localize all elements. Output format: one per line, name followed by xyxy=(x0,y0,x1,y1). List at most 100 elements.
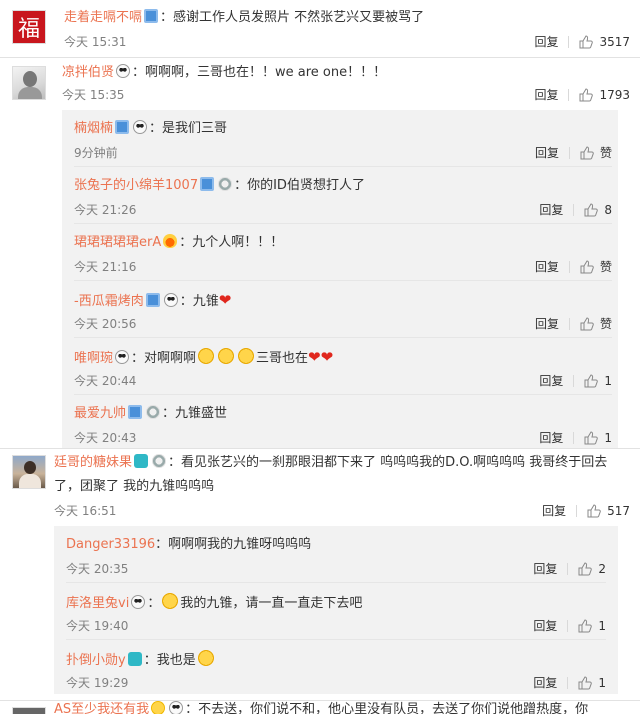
reply-text: ：是我们三哥 xyxy=(149,121,228,136)
camera-badge-icon xyxy=(134,454,149,468)
divider xyxy=(567,563,569,575)
username-link[interactable]: 扑倒小勋y xyxy=(66,653,126,668)
like-button[interactable]: 1 xyxy=(584,430,612,446)
reply-button[interactable]: 回复 xyxy=(539,373,563,389)
sub-replies: Danger33196：啊啊啊我的九锥呀呜呜呜 今天 20:35 回复 2 库洛… xyxy=(54,526,618,694)
thumbs-up-icon xyxy=(579,88,594,102)
reply-button[interactable]: 回复 xyxy=(542,503,566,519)
reply-button[interactable]: 回复 xyxy=(535,316,559,332)
reply-text: ：九锥 xyxy=(179,294,219,309)
reply-button[interactable]: 回复 xyxy=(533,618,557,634)
like-button[interactable]: 赞 xyxy=(580,259,612,275)
thumbs-up-icon xyxy=(584,203,599,217)
comment-time: 今天 16:51 xyxy=(54,504,117,518)
reply-time: 今天 20:44 xyxy=(74,374,137,388)
member-badge-icon xyxy=(145,293,160,307)
like-button[interactable]: 8 xyxy=(584,202,612,218)
like-button[interactable]: 赞 xyxy=(580,145,612,161)
like-count: 赞 xyxy=(599,317,612,331)
like-button[interactable]: 1 xyxy=(578,675,606,691)
divider xyxy=(568,318,570,330)
comment-text: 了，团聚了 我的九锥呜呜呜 xyxy=(54,479,215,494)
reply-button[interactable]: 回复 xyxy=(535,259,559,275)
reply-item: 楠烟楠 ：是我们三哥 9分钟前 回复 赞 xyxy=(62,110,618,167)
comment-time: 今天 15:31 xyxy=(64,35,127,49)
divider xyxy=(576,505,578,517)
like-button[interactable]: 517 xyxy=(587,503,630,519)
reply-button[interactable]: 回复 xyxy=(534,34,558,50)
reply-button[interactable]: 回复 xyxy=(539,430,563,446)
comment-item: AS至少我还有我 ：不去送，你们说不和，他心里没有队员，去送了你们说他蹭热度，你 xyxy=(0,701,640,714)
username-link[interactable]: 珺珺珺珺珺erA xyxy=(74,235,161,250)
like-button[interactable]: 1793 xyxy=(579,87,630,103)
thumbs-up-icon xyxy=(578,619,593,633)
username-link[interactable]: 楠烟楠 xyxy=(74,121,113,136)
like-button[interactable]: 1 xyxy=(584,373,612,389)
comment-text: ：感谢工作人员发照片 不然张艺兴又要被骂了 xyxy=(160,10,425,25)
reply-button[interactable]: 回复 xyxy=(533,675,557,691)
comment-text: ：看见张艺兴的一刹那眼泪都下来了 呜呜呜我的D.O.啊呜呜呜 我哥终于回去 xyxy=(168,455,608,470)
reply-time: 9分钟前 xyxy=(74,146,118,160)
emoji-badge-icon xyxy=(151,701,166,714)
reply-text: ：啊啊啊我的九锥呀呜呜呜 xyxy=(155,537,312,552)
like-button[interactable]: 赞 xyxy=(580,316,612,332)
like-count: 1 xyxy=(598,676,606,690)
reply-item: 最爱九帅 ：九锥盛世 今天 20:43 回复 1 xyxy=(62,395,618,448)
reply-text: ：九个人啊！！！ xyxy=(179,235,284,250)
avatar[interactable]: 福 xyxy=(12,10,46,44)
reply-button[interactable]: 回复 xyxy=(539,202,563,218)
divider xyxy=(568,261,570,273)
medal-badge-icon xyxy=(218,177,233,191)
like-button[interactable]: 2 xyxy=(578,561,606,577)
like-button[interactable]: 3517 xyxy=(579,34,630,50)
thumbs-up-icon xyxy=(584,374,599,388)
like-count: 1 xyxy=(604,431,612,445)
reply-item: -西瓜霜烤肉 ：九锥❤ 今天 20:56 回复 赞 xyxy=(62,281,618,338)
avatar[interactable] xyxy=(12,455,46,489)
divider xyxy=(568,89,570,101)
panda-emoji-icon xyxy=(116,64,131,78)
crying-emoji-icon xyxy=(198,348,215,364)
username-link[interactable]: 张兔子的小绵羊1007 xyxy=(74,178,198,193)
username-link[interactable]: AS至少我还有我 xyxy=(54,702,149,714)
like-count: 3517 xyxy=(599,35,630,49)
like-count: 赞 xyxy=(599,260,612,274)
reply-button[interactable]: 回复 xyxy=(533,561,557,577)
comment-time: 今天 15:35 xyxy=(62,88,125,102)
like-count: 1793 xyxy=(599,88,630,102)
reply-text: ：九锥盛世 xyxy=(162,406,228,421)
reply-button[interactable]: 回复 xyxy=(534,87,558,103)
crying-emoji-icon xyxy=(218,348,235,364)
divider xyxy=(573,375,575,387)
crying-emoji-icon xyxy=(238,348,255,364)
crying-emoji-icon xyxy=(197,650,214,666)
panda-emoji-icon xyxy=(163,293,178,307)
reply-time: 今天 20:35 xyxy=(66,562,129,576)
username-link[interactable]: Danger33196 xyxy=(66,537,155,552)
reply-item: 唯啊琬 ：对啊啊啊 三哥也在❤❤ 今天 20:44 回复 1 xyxy=(62,338,618,395)
heart-icon: ❤❤ xyxy=(308,348,334,366)
username-link[interactable]: 最爱九帅 xyxy=(74,406,126,421)
reply-button[interactable]: 回复 xyxy=(535,145,559,161)
panda-emoji-icon xyxy=(169,701,184,714)
avatar[interactable] xyxy=(12,66,46,100)
divider xyxy=(567,677,569,689)
comment-item: 凉拌伯贤 ：啊啊啊，三哥也在！！we are one！！！ 今天 15:35 回复… xyxy=(0,58,640,448)
thumbs-up-icon xyxy=(580,260,594,274)
username-link[interactable]: 廷哥的糖妹果 xyxy=(54,455,132,470)
reply-item: 扑倒小勋y ：我也是 今天 19:29 回复 1 xyxy=(54,640,618,694)
username-link[interactable]: 库洛里兔vi xyxy=(66,596,129,611)
username-link[interactable]: 走着走嗝不嗝 xyxy=(64,10,142,25)
divider xyxy=(568,147,570,159)
member-badge-icon xyxy=(144,9,159,23)
member-badge-icon xyxy=(200,177,215,191)
username-link[interactable]: 凉拌伯贤 xyxy=(62,65,114,80)
comment-item: 廷哥的糖妹果 ：看见张艺兴的一刹那眼泪都下来了 呜呜呜我的D.O.啊呜呜呜 我哥终… xyxy=(0,449,640,699)
username-link[interactable]: 唯啊琬 xyxy=(74,351,113,366)
like-button[interactable]: 1 xyxy=(578,618,606,634)
like-count: 517 xyxy=(607,504,630,518)
username-link[interactable]: -西瓜霜烤肉 xyxy=(74,294,144,309)
thumbs-up-icon xyxy=(580,146,594,160)
avatar[interactable] xyxy=(12,707,46,714)
reply-time: 今天 21:16 xyxy=(74,260,137,274)
